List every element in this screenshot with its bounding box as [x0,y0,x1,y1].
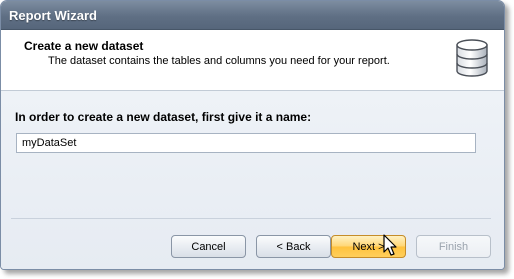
footer-divider [11,218,491,219]
wizard-body: In order to create a new dataset, first … [1,91,504,269]
wizard-header: Create a new dataset The dataset contain… [1,30,504,91]
dataset-name-input[interactable] [16,133,476,153]
page-title: Create a new dataset [24,39,144,53]
report-wizard-window: Report Wizard Create a new dataset The d… [0,0,505,270]
window-title: Report Wizard [9,7,97,23]
finish-button: Finish [416,235,491,258]
back-button[interactable]: < Back [256,235,331,258]
title-bar[interactable]: Report Wizard [1,1,504,30]
page-description: The dataset contains the tables and colu… [48,55,390,67]
database-icon [456,39,488,77]
cancel-button[interactable]: Cancel [171,235,246,258]
dataset-name-label: In order to create a new dataset, first … [15,110,312,124]
mouse-cursor-icon [383,234,397,256]
